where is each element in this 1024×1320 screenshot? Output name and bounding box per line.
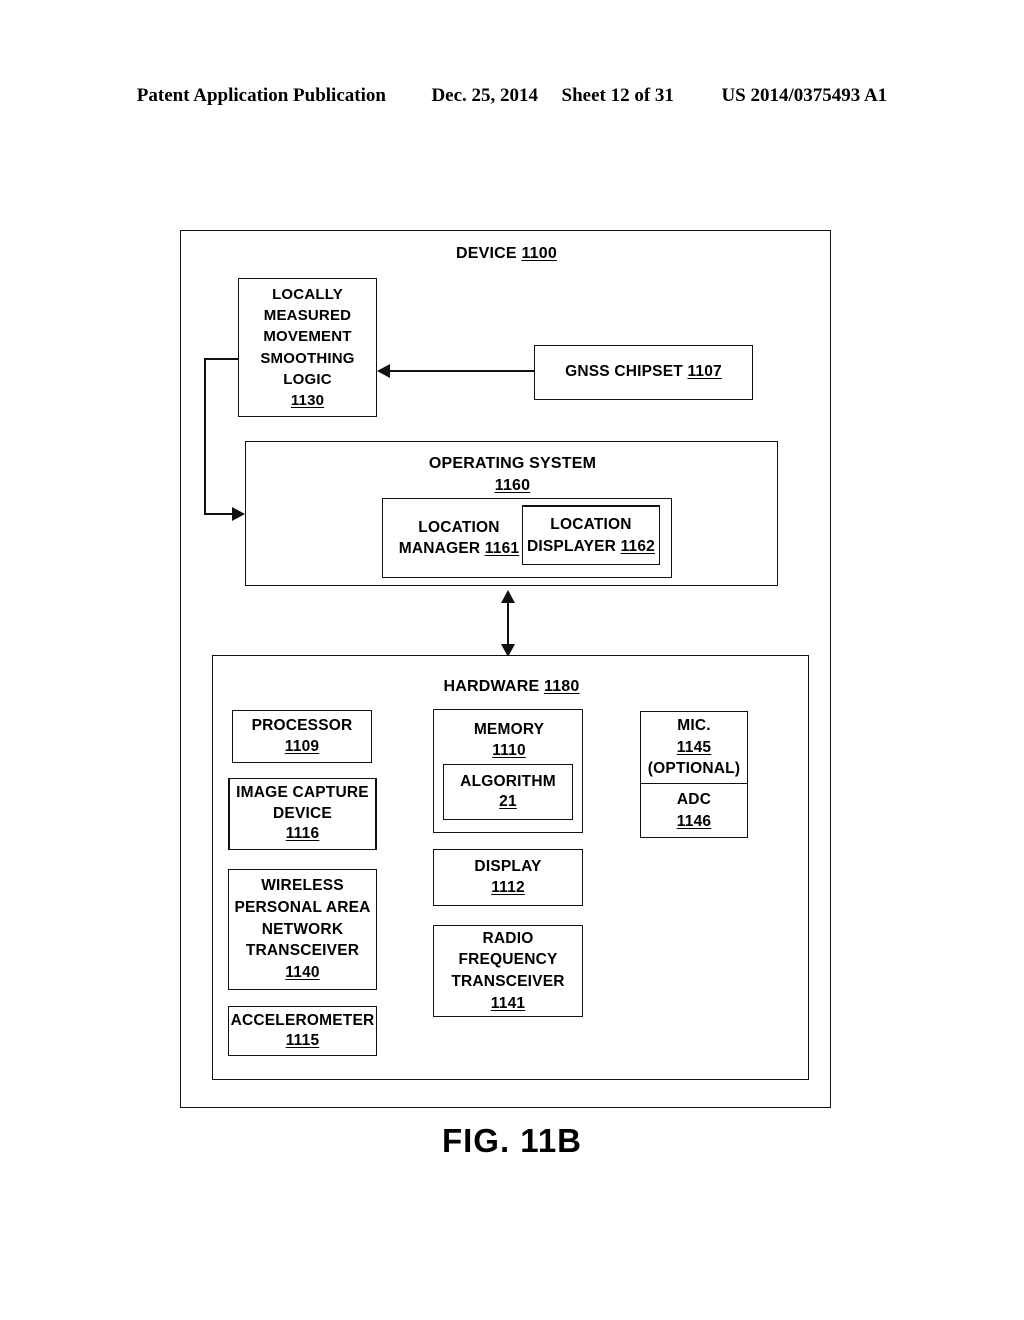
smoothing-logic-box: LOCALLY MEASURED MOVEMENT SMOOTHING LOGI… [238, 278, 377, 417]
gnss-chipset-box: GNSS CHIPSET 1107 [534, 345, 753, 400]
wireless-personal-area-network-transceiver-box: WIRELESS PERSONAL AREA NETWORK TRANSCEIV… [228, 869, 377, 990]
arrowhead-gnss-to-smoothing-logic [377, 364, 390, 378]
rf-ref: 1141 [490, 994, 526, 1012]
gnss-chipset-ref: 1107 [687, 363, 722, 381]
image-capture-line-2: DEVICE [273, 804, 332, 822]
microphone-optional-label: (OPTIONAL) [647, 760, 741, 778]
adc-ref: 1146 [676, 812, 712, 830]
processor-label: PROCESSOR [251, 717, 353, 735]
device-ref: 1100 [521, 245, 557, 262]
adc-box: ADC 1146 [640, 784, 748, 838]
location-manager-line-2: MANAGER [398, 540, 481, 557]
memory-label: MEMORY [473, 721, 545, 738]
location-displayer-box: LOCATION DISPLAYER 1162 [522, 505, 660, 565]
wpan-ref: 1140 [285, 964, 320, 982]
location-manager-ref: 1161 [484, 540, 520, 557]
smoothing-logic-line-3: MOVEMENT [263, 328, 352, 346]
device-title-label: DEVICE [456, 245, 517, 262]
device-title: DEVICE 1100 [181, 243, 832, 264]
rf-line-1: RADIO [482, 929, 534, 947]
image-capture-ref: 1116 [285, 825, 320, 843]
header-date-label: Dec. 25, 2014 [431, 85, 539, 106]
processor-box: PROCESSOR 1109 [232, 710, 372, 763]
figure-caption: FIG. 11B [441, 1122, 583, 1159]
wpan-line-4: TRANSCEIVER [245, 942, 360, 960]
radio-frequency-transceiver-box: RADIO FREQUENCY TRANSCEIVER 1141 [433, 925, 583, 1017]
rf-line-3: TRANSCEIVER [451, 973, 565, 990]
connector-gnss-to-smoothing-logic [390, 370, 534, 372]
accelerometer-label: ACCELEROMETER [230, 1011, 375, 1029]
image-capture-line-1: IMAGE CAPTURE [236, 784, 369, 802]
location-displayer-ref: 1162 [620, 537, 656, 555]
connector-os-to-hardware [507, 597, 509, 649]
operating-system-ref: 1160 [494, 476, 531, 494]
microphone-box: MIC. 1145 (OPTIONAL) [640, 711, 748, 784]
header-sheet-label: Sheet 12 of 31 [561, 85, 674, 106]
header-publication-label: Patent Application Publication [136, 85, 386, 106]
algorithm-box: ALGORITHM 21 [443, 764, 573, 820]
smoothing-logic-line-4: SMOOTHING [260, 349, 355, 367]
microphone-label: MIC. [677, 717, 711, 735]
rf-line-2: FREQUENCY [458, 951, 558, 969]
algorithm-label: ALGORITHM [460, 772, 556, 790]
wpan-line-3: NETWORK [261, 920, 344, 938]
image-capture-device-box: IMAGE CAPTURE DEVICE 1116 [228, 778, 377, 850]
smoothing-logic-line-5: LOGIC [283, 370, 332, 388]
display-ref: 1112 [491, 878, 525, 896]
location-displayer-line-1: LOCATION [550, 516, 632, 534]
connector-smoothing-to-os-vertical [204, 358, 206, 514]
wpan-line-1: WIRELESS [261, 877, 344, 895]
wpan-line-2: PERSONAL AREA [234, 898, 371, 916]
connector-smoothing-to-os-top [204, 358, 238, 360]
location-manager-line-1: LOCATION [418, 518, 500, 536]
operating-system-label: OPERATING SYSTEM [428, 455, 597, 472]
location-displayer-line-2: DISPLAYER [526, 537, 617, 555]
processor-ref: 1109 [284, 737, 320, 755]
smoothing-logic-line-2: MEASURED [263, 306, 352, 324]
page-header: Patent Application Publication Dec. 25, … [0, 85, 1024, 107]
gnss-chipset-label: GNSS CHIPSET [565, 363, 683, 381]
arrowhead-smoothing-to-os [232, 507, 245, 521]
header-publication-number: US 2014/0375493 A1 [721, 85, 888, 106]
operating-system-title: OPERATING SYSTEM 1160 [246, 453, 779, 496]
hardware-title: HARDWARE 1180 [213, 676, 810, 697]
accelerometer-ref: 1115 [285, 1032, 320, 1049]
smoothing-logic-ref: 1130 [290, 392, 325, 410]
connector-smoothing-to-os-bottom [204, 513, 233, 515]
microphone-ref: 1145 [676, 738, 712, 756]
memory-ref: 1110 [492, 741, 526, 759]
algorithm-ref: 21 [499, 793, 517, 810]
hardware-title-label: HARDWARE [443, 678, 540, 695]
adc-label: ADC [676, 791, 712, 809]
display-label: DISPLAY [474, 858, 542, 876]
display-box: DISPLAY 1112 [433, 849, 583, 906]
memory-title: MEMORY 1110 [434, 720, 584, 762]
hardware-ref: 1180 [543, 678, 580, 695]
smoothing-logic-line-1: LOCALLY [272, 285, 343, 303]
accelerometer-box: ACCELEROMETER 1115 [228, 1006, 377, 1056]
